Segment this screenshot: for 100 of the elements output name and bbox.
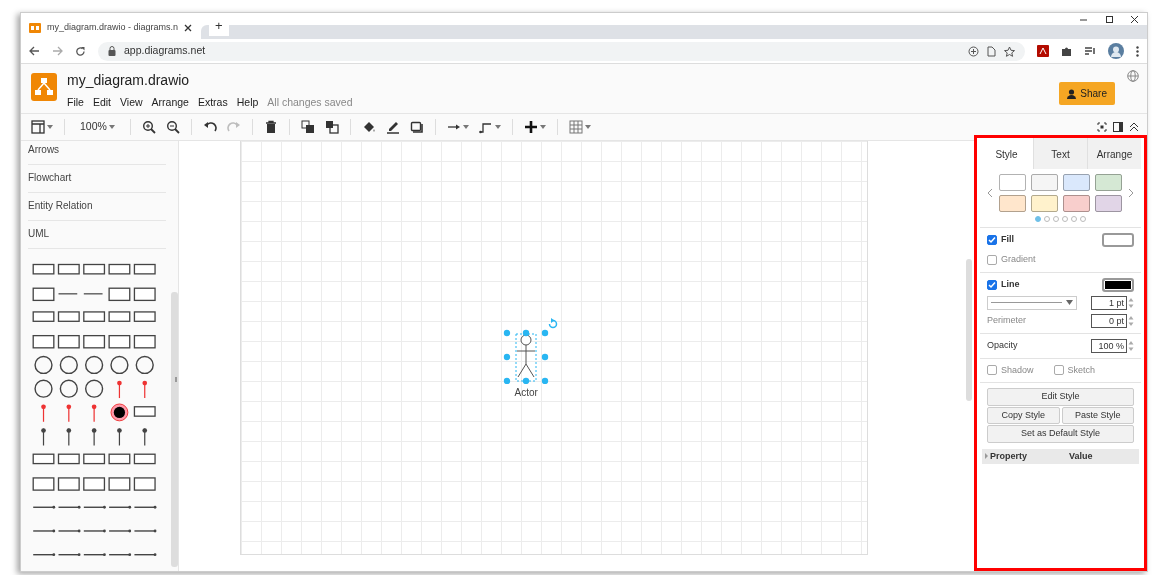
add-circle-icon[interactable] [968, 45, 979, 57]
number-field[interactable]: 100 % [1091, 338, 1127, 353]
diagram-page[interactable]: Actor [239, 141, 868, 555]
selection-outline [515, 333, 536, 382]
zoom-out-icon [165, 120, 180, 134]
style-swatch[interactable] [1063, 195, 1090, 212]
chevron-left-icon[interactable] [987, 188, 993, 198]
reload-icon[interactable] [75, 45, 86, 57]
checkbox-label: Shadow [1001, 363, 1034, 377]
format-panel-button[interactable] [29, 119, 55, 135]
shape-label: Actor [514, 387, 538, 398]
checkbox[interactable] [1053, 365, 1064, 376]
sidebar-category[interactable]: Flowchart [28, 166, 166, 193]
panel-tab[interactable]: Arrange [1087, 138, 1141, 169]
lock-icon [108, 46, 116, 56]
sidebar-toggle-icon[interactable] [1113, 122, 1123, 132]
avatar-icon[interactable] [1108, 43, 1124, 59]
sidebar-category[interactable]: Arrows [28, 142, 166, 165]
resize-handle[interactable] [522, 329, 529, 337]
document-title[interactable]: my_diagram.drawio [67, 70, 1050, 91]
expand-icon[interactable] [985, 453, 988, 460]
style-swatch[interactable] [1095, 195, 1122, 212]
back-icon[interactable] [29, 46, 40, 56]
scrollbar-thumb[interactable] [171, 292, 178, 567]
number-field[interactable]: 0 pt [1091, 313, 1127, 328]
checkbox[interactable] [987, 365, 997, 376]
resize-handle[interactable] [503, 377, 510, 384]
style-swatch[interactable] [999, 174, 1026, 191]
page-dot[interactable] [1035, 216, 1041, 222]
more-icon[interactable] [1136, 45, 1139, 57]
undo-icon [202, 120, 217, 134]
menu-item[interactable]: Help [236, 95, 259, 111]
sidebar-category[interactable]: Entity Relation [28, 194, 166, 221]
spinner-icon[interactable] [1128, 314, 1134, 327]
globe-icon[interactable] [1127, 70, 1139, 82]
zoom-in-icon [141, 120, 156, 134]
color-picker[interactable] [1102, 233, 1134, 247]
style-button[interactable]: Set as Default Style [987, 425, 1134, 443]
sidebar-category[interactable]: UML [28, 222, 166, 249]
menu-item[interactable]: File [67, 95, 84, 111]
checkbox[interactable] [987, 254, 997, 265]
favicon-icon [29, 23, 41, 33]
style-button[interactable]: Paste Style [1061, 406, 1134, 424]
chevron-right-icon[interactable] [1128, 188, 1134, 198]
to-back-icon [324, 120, 339, 134]
shadow-icon [409, 120, 424, 134]
checkbox[interactable] [987, 279, 997, 290]
spinner-icon[interactable] [1128, 339, 1134, 352]
checkbox[interactable] [987, 235, 997, 245]
resize-handle[interactable] [541, 329, 548, 337]
menu-item[interactable]: Extras [197, 95, 228, 111]
actor-shape[interactable] [502, 316, 559, 384]
style-swatch[interactable] [1031, 174, 1058, 191]
line-style-dropdown[interactable] [987, 295, 1077, 310]
save-status: All changes saved [267, 95, 353, 110]
scrollbar-thumb[interactable] [966, 259, 972, 401]
style-swatch[interactable] [1031, 195, 1058, 212]
document-icon[interactable] [987, 45, 996, 57]
collapse-icon[interactable] [1129, 122, 1139, 132]
pdf-extension-icon[interactable] [1037, 45, 1049, 57]
panel-tab[interactable]: Text [1033, 138, 1087, 169]
close-icon[interactable] [1130, 15, 1139, 24]
field-label: Opacity [987, 338, 1018, 352]
number-field[interactable]: 1 pt [1091, 295, 1127, 310]
column-header: Property [990, 449, 1027, 463]
menu-item[interactable]: Edit [92, 95, 111, 111]
resize-handle[interactable] [503, 353, 510, 361]
plus-icon [523, 120, 538, 134]
resize-handle[interactable] [503, 329, 510, 337]
style-button[interactable]: Edit Style [987, 388, 1134, 406]
share-button[interactable]: Share [1059, 82, 1115, 105]
style-swatch[interactable] [999, 195, 1026, 212]
address-bar[interactable]: app.diagrams.net [98, 41, 1025, 61]
restore-icon[interactable] [1104, 15, 1114, 24]
color-picker[interactable] [1102, 277, 1134, 292]
menu-item[interactable]: Arrange [151, 95, 189, 111]
style-swatch[interactable] [1095, 174, 1122, 191]
star-icon[interactable] [1004, 45, 1015, 57]
style-button[interactable]: Copy Style [987, 406, 1060, 424]
forward-icon[interactable] [52, 46, 63, 56]
format-panel-icon [31, 120, 45, 134]
menu-item[interactable]: View [120, 95, 143, 111]
resize-handle[interactable] [541, 377, 548, 384]
column-header: Value [1066, 448, 1139, 464]
spinner-icon[interactable] [1128, 296, 1134, 309]
style-swatch[interactable] [1063, 174, 1090, 191]
checkbox-label: Gradient [1001, 253, 1036, 266]
close-icon[interactable] [184, 24, 193, 32]
resize-handle[interactable] [541, 353, 548, 361]
resize-handle[interactable] [522, 377, 529, 384]
person-icon [1067, 88, 1077, 99]
fit-screen-icon[interactable] [1097, 122, 1107, 132]
app-logo-icon [31, 73, 57, 101]
playlist-icon[interactable] [1084, 46, 1096, 56]
zoom-dropdown[interactable]: 100% [78, 118, 117, 136]
to-front-button[interactable] [298, 119, 317, 135]
table-button[interactable] [566, 119, 593, 135]
table-icon [568, 120, 583, 134]
field-label: Perimeter [987, 313, 1026, 327]
rotate-handle-icon[interactable] [548, 318, 557, 329]
